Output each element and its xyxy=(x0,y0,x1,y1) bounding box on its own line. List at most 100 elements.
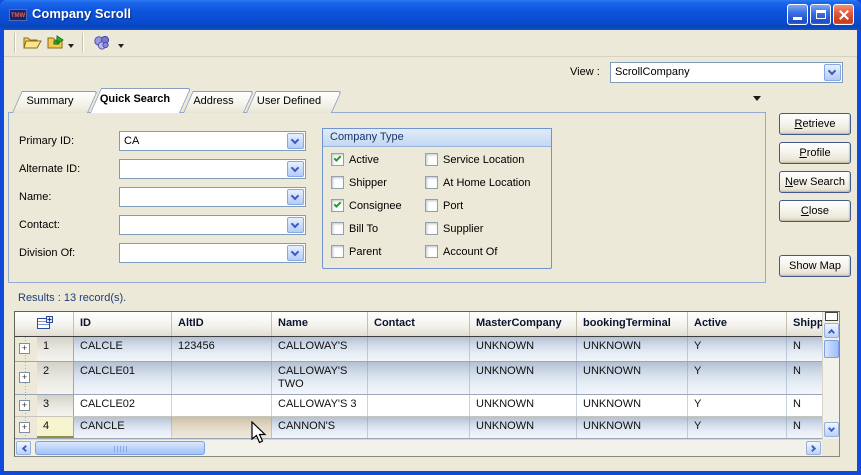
open-folder-button[interactable] xyxy=(22,34,44,53)
cell-altid[interactable] xyxy=(172,362,272,394)
cell-mastercompany[interactable]: UNKNOWN xyxy=(470,395,577,416)
cell-contact[interactable] xyxy=(368,417,470,438)
primary-id-combobox[interactable]: CA xyxy=(119,131,306,151)
toolbar-dropdown-caret[interactable] xyxy=(118,44,124,48)
system-button[interactable] xyxy=(92,34,114,53)
checkbox-bill-to[interactable] xyxy=(331,222,344,235)
checkbox-port[interactable] xyxy=(425,199,438,212)
column-header-contact[interactable]: Contact xyxy=(368,312,470,336)
column-header-altid[interactable]: AltID xyxy=(172,312,272,336)
view-value: ScrollCompany xyxy=(615,66,690,78)
toolbar-dropdown-caret[interactable] xyxy=(68,44,74,48)
cell-altid[interactable] xyxy=(172,395,272,416)
column-header-name[interactable]: Name xyxy=(272,312,368,336)
title-bar[interactable]: TMW Company Scroll xyxy=(0,0,861,30)
tab-user-defined[interactable]: User Defined xyxy=(246,91,332,113)
vertical-scrollbar[interactable] xyxy=(822,312,839,439)
column-header-id[interactable]: ID xyxy=(74,312,172,336)
table-row[interactable]: + 2 CALCLE01 CALLOWAY'S TWO UNKNOWN UNKN… xyxy=(15,362,822,395)
column-header-bookingterminal[interactable]: bookingTerminal xyxy=(577,312,688,336)
collapse-panel-arrow[interactable] xyxy=(753,96,761,101)
checkbox-parent[interactable] xyxy=(331,245,344,258)
new-search-button[interactable]: New Search xyxy=(779,171,851,193)
results-count-label: Results : 13 record(s). xyxy=(18,292,126,304)
scroll-down-button[interactable] xyxy=(824,422,839,437)
checkbox-consignee[interactable] xyxy=(331,199,344,212)
cell-name[interactable]: CALLOWAY'S TWO xyxy=(272,362,368,394)
checkbox-at-home-location[interactable] xyxy=(425,176,438,189)
cell-id[interactable]: CALCLE xyxy=(74,337,172,361)
table-row[interactable]: + 3 CALCLE02 CALLOWAY'S 3 UNKNOWN UNKNOW… xyxy=(15,395,822,417)
minimize-button[interactable] xyxy=(787,4,808,25)
cell-mastercompany[interactable]: UNKNOWN xyxy=(470,362,577,394)
cell-name[interactable]: CALLOWAY'S 3 xyxy=(272,395,368,416)
row-expand-toggle[interactable]: + xyxy=(15,395,37,416)
checkbox-shipper[interactable] xyxy=(331,176,344,189)
table-row-current[interactable]: + 4 CANCLE CANNON'S UNKNOWN UNKNOWN Y N xyxy=(15,417,822,439)
name-combobox[interactable] xyxy=(119,187,306,207)
alternate-id-combobox[interactable] xyxy=(119,159,306,179)
open-form-button[interactable] xyxy=(46,34,68,53)
cell-mastercompany[interactable]: UNKNOWN xyxy=(470,417,577,438)
tab-quick-search[interactable]: Quick Search xyxy=(90,88,180,113)
chevron-down-icon xyxy=(291,220,299,228)
cell-shipper[interactable]: N xyxy=(787,362,822,394)
cell-bookingterminal[interactable]: UNKNOWN xyxy=(577,362,688,394)
checkbox-service-location[interactable] xyxy=(425,153,438,166)
cell-active[interactable]: Y xyxy=(688,362,787,394)
scroll-up-button[interactable] xyxy=(824,323,839,338)
row-number[interactable]: 4 xyxy=(37,417,74,438)
cell-bookingterminal[interactable]: UNKNOWN xyxy=(577,395,688,416)
cell-mastercompany[interactable]: UNKNOWN xyxy=(470,337,577,361)
tab-address[interactable]: Address xyxy=(183,91,244,113)
checkbox-active[interactable] xyxy=(331,153,344,166)
cell-shipper[interactable]: N xyxy=(787,337,822,361)
cell-contact[interactable] xyxy=(368,337,470,361)
scroll-left-button[interactable] xyxy=(16,441,31,455)
profile-button[interactable]: Profile xyxy=(779,142,851,164)
retrieve-button[interactable]: Retrieve xyxy=(779,113,851,135)
vertical-scroll-thumb[interactable] xyxy=(824,340,839,358)
cell-bookingterminal[interactable]: UNKNOWN xyxy=(577,417,688,438)
horizontal-scrollbar[interactable] xyxy=(15,439,822,456)
close-button[interactable] xyxy=(833,4,854,25)
show-map-button[interactable]: Show Map xyxy=(779,255,851,277)
cell-active[interactable]: Y xyxy=(688,395,787,416)
checkbox-supplier[interactable] xyxy=(425,222,438,235)
tab-summary[interactable]: Summary xyxy=(12,91,88,113)
cell-contact[interactable] xyxy=(368,395,470,416)
cell-id[interactable]: CANCLE xyxy=(74,417,172,438)
row-number[interactable]: 3 xyxy=(37,395,74,416)
horizontal-scroll-thumb[interactable] xyxy=(35,441,205,455)
column-header-mastercompany[interactable]: MasterCompany xyxy=(470,312,577,336)
cell-shipper[interactable]: N xyxy=(787,395,822,416)
cell-shipper[interactable]: N xyxy=(787,417,822,438)
scrollbar-corner-box xyxy=(825,312,838,321)
close-action-button[interactable]: Close xyxy=(779,200,851,222)
checkbox-account-of[interactable] xyxy=(425,245,438,258)
view-combobox[interactable]: ScrollCompany xyxy=(610,62,843,83)
row-number[interactable]: 1 xyxy=(37,337,74,361)
column-header-active[interactable]: Active xyxy=(688,312,787,336)
maximize-button[interactable] xyxy=(810,4,831,25)
view-dropdown-button[interactable] xyxy=(824,64,841,81)
cell-active[interactable]: Y xyxy=(688,337,787,361)
cell-bookingterminal[interactable]: UNKNOWN xyxy=(577,337,688,361)
row-number[interactable]: 2 xyxy=(37,362,74,394)
table-row[interactable]: + 1 CALCLE 123456 CALLOWAY'S UNKNOWN UNK… xyxy=(15,337,822,362)
row-expand-toggle[interactable]: + xyxy=(15,362,37,394)
cell-name[interactable]: CALLOWAY'S xyxy=(272,337,368,361)
scroll-right-button[interactable] xyxy=(806,441,821,455)
row-expand-toggle[interactable]: + xyxy=(15,337,37,361)
grid-corner-cell[interactable] xyxy=(15,312,74,336)
cell-contact[interactable] xyxy=(368,362,470,394)
cell-name[interactable]: CANNON'S xyxy=(272,417,368,438)
cell-id[interactable]: CALCLE01 xyxy=(74,362,172,394)
cell-active[interactable]: Y xyxy=(688,417,787,438)
column-header-shipper[interactable]: Shipp xyxy=(787,312,822,336)
row-expand-toggle[interactable]: + xyxy=(15,417,37,438)
division-of-combobox[interactable] xyxy=(119,243,306,263)
cell-altid[interactable]: 123456 xyxy=(172,337,272,361)
cell-id[interactable]: CALCLE02 xyxy=(74,395,172,416)
contact-combobox[interactable] xyxy=(119,215,306,235)
